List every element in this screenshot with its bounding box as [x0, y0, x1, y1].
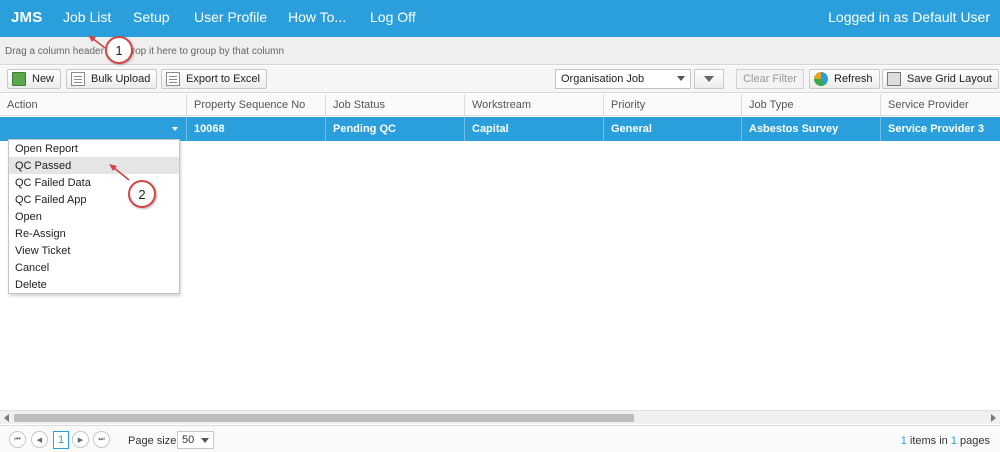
cell-workstream: Capital: [464, 117, 603, 141]
group-panel-hint: Drag a column header and drop it here to…: [5, 46, 285, 57]
brand-logo[interactable]: JMS: [11, 9, 42, 26]
menu-item-qc-passed[interactable]: QC Passed: [9, 157, 179, 174]
horizontal-scrollbar[interactable]: [0, 410, 1000, 424]
export-excel-button[interactable]: Export to Excel: [161, 69, 267, 89]
column-header-priority[interactable]: Priority: [603, 94, 741, 116]
new-label: New: [32, 73, 55, 85]
column-header-job-type[interactable]: Job Type: [741, 94, 880, 116]
refresh-button[interactable]: Refresh: [809, 69, 880, 89]
grid-toolbar: New Bulk Upload Export to Excel Organisa…: [0, 66, 1000, 93]
save-layout-label: Save Grid Layout: [907, 73, 992, 85]
column-header-job-status[interactable]: Job Status: [325, 94, 464, 116]
page-size-label: Page size:: [128, 435, 180, 447]
save-grid-layout-button[interactable]: Save Grid Layout: [882, 69, 999, 89]
filter-button[interactable]: [694, 69, 724, 89]
callout-marker-1: 1: [105, 36, 133, 64]
view-select[interactable]: Organisation Job: [555, 69, 691, 89]
excel-icon: [166, 72, 180, 86]
current-page-number[interactable]: 1: [53, 431, 69, 449]
nav-how-to[interactable]: How To...: [288, 9, 346, 25]
nav-user-profile[interactable]: User Profile: [194, 9, 267, 25]
previous-page-button[interactable]: ◀: [31, 431, 48, 448]
items-text: items in: [906, 435, 951, 447]
new-button[interactable]: New: [7, 69, 62, 89]
pages-text: pages: [956, 435, 990, 447]
grid-header: Action Property Sequence No Job Status W…: [0, 94, 1000, 116]
page-size-select[interactable]: 50: [177, 431, 214, 449]
menu-item-open[interactable]: Open: [9, 208, 179, 225]
grid-pager: ⏮ ◀ 1 ▶ ⏭ Page size: 50 1 items in 1 pag…: [0, 425, 1000, 452]
callout-marker-2: 2: [128, 180, 156, 208]
first-page-button[interactable]: ⏮: [9, 431, 26, 448]
nav-log-off[interactable]: Log Off: [370, 9, 416, 25]
clear-filter-button[interactable]: Clear Filter: [736, 69, 804, 89]
next-page-button[interactable]: ▶: [72, 431, 89, 448]
cell-priority: General: [603, 117, 741, 141]
document-icon: [71, 72, 85, 86]
cell-job-status: Pending QC: [325, 117, 464, 141]
top-nav-bar: JMS Job List Setup User Profile How To..…: [0, 0, 1000, 37]
column-header-workstream[interactable]: Workstream: [464, 94, 603, 116]
scroll-left-icon[interactable]: [4, 414, 9, 422]
column-header-service-provider[interactable]: Service Provider: [880, 94, 1000, 116]
bulk-upload-label: Bulk Upload: [91, 73, 151, 85]
scroll-right-icon[interactable]: [991, 414, 996, 422]
export-label: Export to Excel: [186, 73, 260, 85]
filter-icon: [704, 76, 714, 82]
group-drop-panel[interactable]: Drag a column header and drop it here to…: [0, 37, 1000, 65]
cell-job-type: Asbestos Survey: [741, 117, 880, 141]
chevron-down-icon: [201, 438, 209, 443]
action-dropdown-cell[interactable]: [0, 117, 186, 141]
menu-item-delete[interactable]: Delete: [9, 276, 179, 293]
cell-service-provider: Service Provider 3: [880, 117, 1000, 141]
menu-item-view-ticket[interactable]: View Ticket: [9, 242, 179, 259]
chevron-down-icon: [677, 76, 685, 81]
pager-info: 1 items in 1 pages: [901, 435, 990, 447]
table-row[interactable]: 10068 Pending QC Capital General Asbesto…: [0, 117, 1000, 141]
menu-item-open-report[interactable]: Open Report: [9, 140, 179, 157]
cell-property-sequence-no: 10068: [186, 117, 325, 141]
view-select-value: Organisation Job: [561, 73, 645, 85]
action-dropdown-menu: Open Report QC Passed QC Failed Data QC …: [8, 139, 180, 294]
column-header-action[interactable]: Action: [0, 94, 186, 116]
menu-item-cancel[interactable]: Cancel: [9, 259, 179, 276]
refresh-icon: [814, 72, 828, 86]
nav-setup[interactable]: Setup: [133, 9, 170, 25]
scrollbar-thumb[interactable]: [14, 414, 634, 422]
menu-item-re-assign[interactable]: Re-Assign: [9, 225, 179, 242]
last-page-button[interactable]: ⏭: [93, 431, 110, 448]
refresh-label: Refresh: [834, 73, 873, 85]
chevron-down-icon[interactable]: [172, 127, 178, 131]
column-header-property-sequence-no[interactable]: Property Sequence No: [186, 94, 325, 116]
new-icon: [12, 72, 26, 86]
page-size-value: 50: [182, 434, 195, 446]
save-icon: [887, 72, 901, 86]
logged-in-user: Logged in as Default User: [828, 9, 990, 25]
nav-job-list[interactable]: Job List: [63, 9, 111, 25]
bulk-upload-button[interactable]: Bulk Upload: [66, 69, 158, 89]
